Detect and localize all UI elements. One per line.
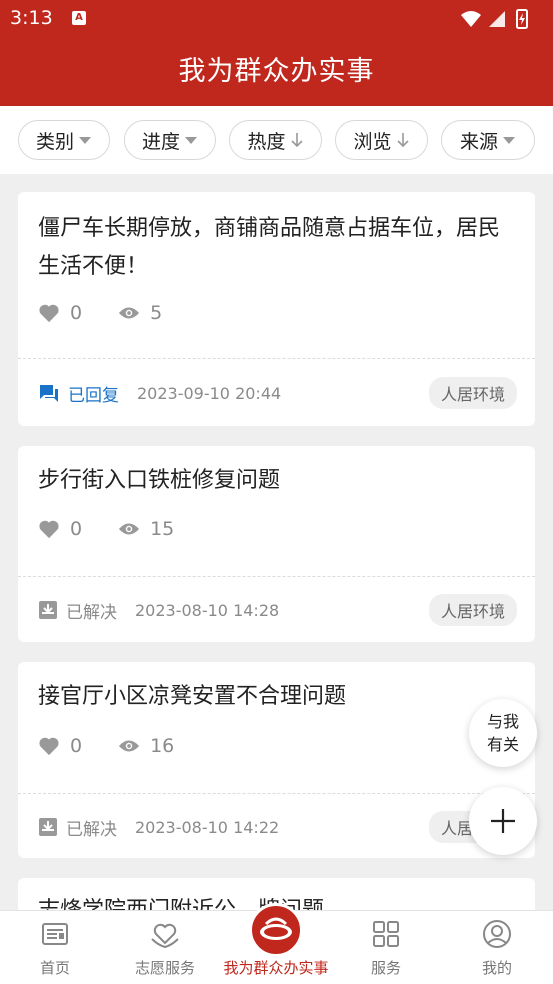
status-label: 已解决 (66, 602, 117, 623)
status-label: 已解决 (66, 819, 117, 840)
card-divider (18, 358, 535, 359)
arrow-down-icon (290, 133, 303, 148)
view-count: 15 (150, 518, 175, 540)
issue-stats: 0 15 (38, 518, 210, 540)
tab-volunteer-label: 志愿服务 (134, 959, 195, 977)
related-label-line1: 与我 (486, 712, 519, 731)
issue-datetime: 2023-08-10 14:22 (135, 817, 280, 837)
eye-icon (119, 523, 140, 535)
issue-datetime: 2023-09-10 20:44 (137, 383, 282, 403)
tab-service[interactable]: 服务 (331, 911, 441, 984)
issue-card[interactable]: 接官厅小区凉凳安置不合理问题 0 16 已解决 2023-08-10 14:22… (18, 662, 535, 858)
issue-stats: 0 16 (38, 735, 210, 757)
heart-hands-icon (151, 923, 179, 949)
center-logo-icon[interactable] (249, 903, 303, 957)
plus-icon (491, 809, 515, 833)
issue-footer: 已解决 2023-08-10 14:28 人居环境 (38, 594, 517, 626)
user-icon (483, 920, 511, 948)
heart-icon[interactable] (38, 519, 60, 539)
add-issue-button[interactable] (469, 787, 537, 855)
status-bar: 3:13 A (0, 0, 553, 38)
issue-stats: 0 5 (38, 302, 198, 324)
status-icons (459, 9, 539, 33)
tab-mine-label: 我的 (481, 959, 512, 977)
tab-mine[interactable]: 我的 (442, 911, 552, 984)
like-count: 0 (70, 735, 83, 757)
filter-views-label: 浏览 (353, 130, 392, 153)
status-label: 已回复 (68, 385, 119, 406)
signal-icon (489, 11, 505, 27)
archive-download-icon (39, 818, 57, 836)
caret-down-icon (185, 137, 197, 144)
related-label-line2: 有关 (486, 735, 519, 754)
grid-icon (373, 921, 399, 947)
status-time: 3:13 (10, 7, 53, 29)
eye-icon (119, 307, 140, 319)
app-notification-icon: A (72, 11, 86, 25)
category-tag: 人居环境 (428, 594, 517, 626)
filter-views[interactable]: 浏览 (335, 120, 428, 160)
issue-title: 僵尸车长期停放，商铺商品随意占据车位，居民生活不便！ (38, 216, 501, 279)
filter-category[interactable]: 类别 (18, 120, 110, 160)
filter-progress-label: 进度 (141, 130, 180, 153)
tab-volunteer[interactable]: 志愿服务 (110, 911, 220, 984)
issue-card[interactable]: 僵尸车长期停放，商铺商品随意占据车位，居民生活不便！ 0 5 已回复 2023-… (18, 192, 535, 426)
app-header: 我为群众办实事 (0, 38, 553, 106)
issue-title: 接官厅小区凉凳安置不合理问题 (38, 684, 347, 709)
issue-datetime: 2023-08-10 14:28 (135, 600, 280, 620)
view-count: 5 (150, 302, 163, 324)
filter-heat[interactable]: 热度 (229, 120, 322, 160)
issue-footer: 已解决 2023-08-10 14:22 人居环境 (38, 811, 517, 843)
filter-heat-label: 热度 (247, 130, 286, 153)
tab-service-label: 服务 (370, 959, 401, 977)
bottom-tab-bar: 首页 志愿服务 我为群众办实事 服务 我的 (0, 903, 553, 984)
eye-icon (119, 740, 140, 752)
card-divider (18, 793, 535, 794)
tab-home[interactable]: 首页 (0, 911, 110, 984)
tab-do-practical-label: 我为群众办实事 (223, 959, 329, 977)
like-count: 0 (70, 302, 83, 324)
arrow-down-icon (396, 133, 409, 148)
issue-footer: 已回复 2023-09-10 20:44 人居环境 (38, 377, 517, 409)
filter-bar: 类别 进度 热度 浏览 来源 (0, 106, 553, 174)
page-title: 我为群众办实事 (178, 56, 375, 87)
category-tag: 人居环境 (428, 377, 517, 409)
like-count: 0 (70, 518, 83, 540)
heart-icon[interactable] (38, 303, 60, 323)
issue-card[interactable]: 步行街入口铁桩修复问题 0 15 已解决 2023-08-10 14:28 人居… (18, 446, 535, 642)
view-count: 16 (150, 735, 175, 757)
card-divider (18, 576, 535, 577)
filter-source[interactable]: 来源 (441, 120, 535, 160)
chat-reply-icon (40, 385, 58, 402)
related-to-me-button[interactable]: 与我 有关 (469, 699, 537, 767)
filter-progress[interactable]: 进度 (124, 120, 216, 160)
filter-source-label: 来源 (459, 130, 498, 153)
tab-home-label: 首页 (39, 959, 70, 977)
issue-title: 步行街入口铁桩修复问题 (38, 468, 281, 493)
heart-icon[interactable] (38, 736, 60, 756)
caret-down-icon (503, 137, 515, 144)
caret-down-icon (79, 137, 91, 144)
archive-download-icon (39, 601, 57, 619)
wifi-icon (461, 11, 481, 27)
filter-category-label: 类别 (35, 130, 74, 153)
newspaper-icon (42, 923, 68, 945)
